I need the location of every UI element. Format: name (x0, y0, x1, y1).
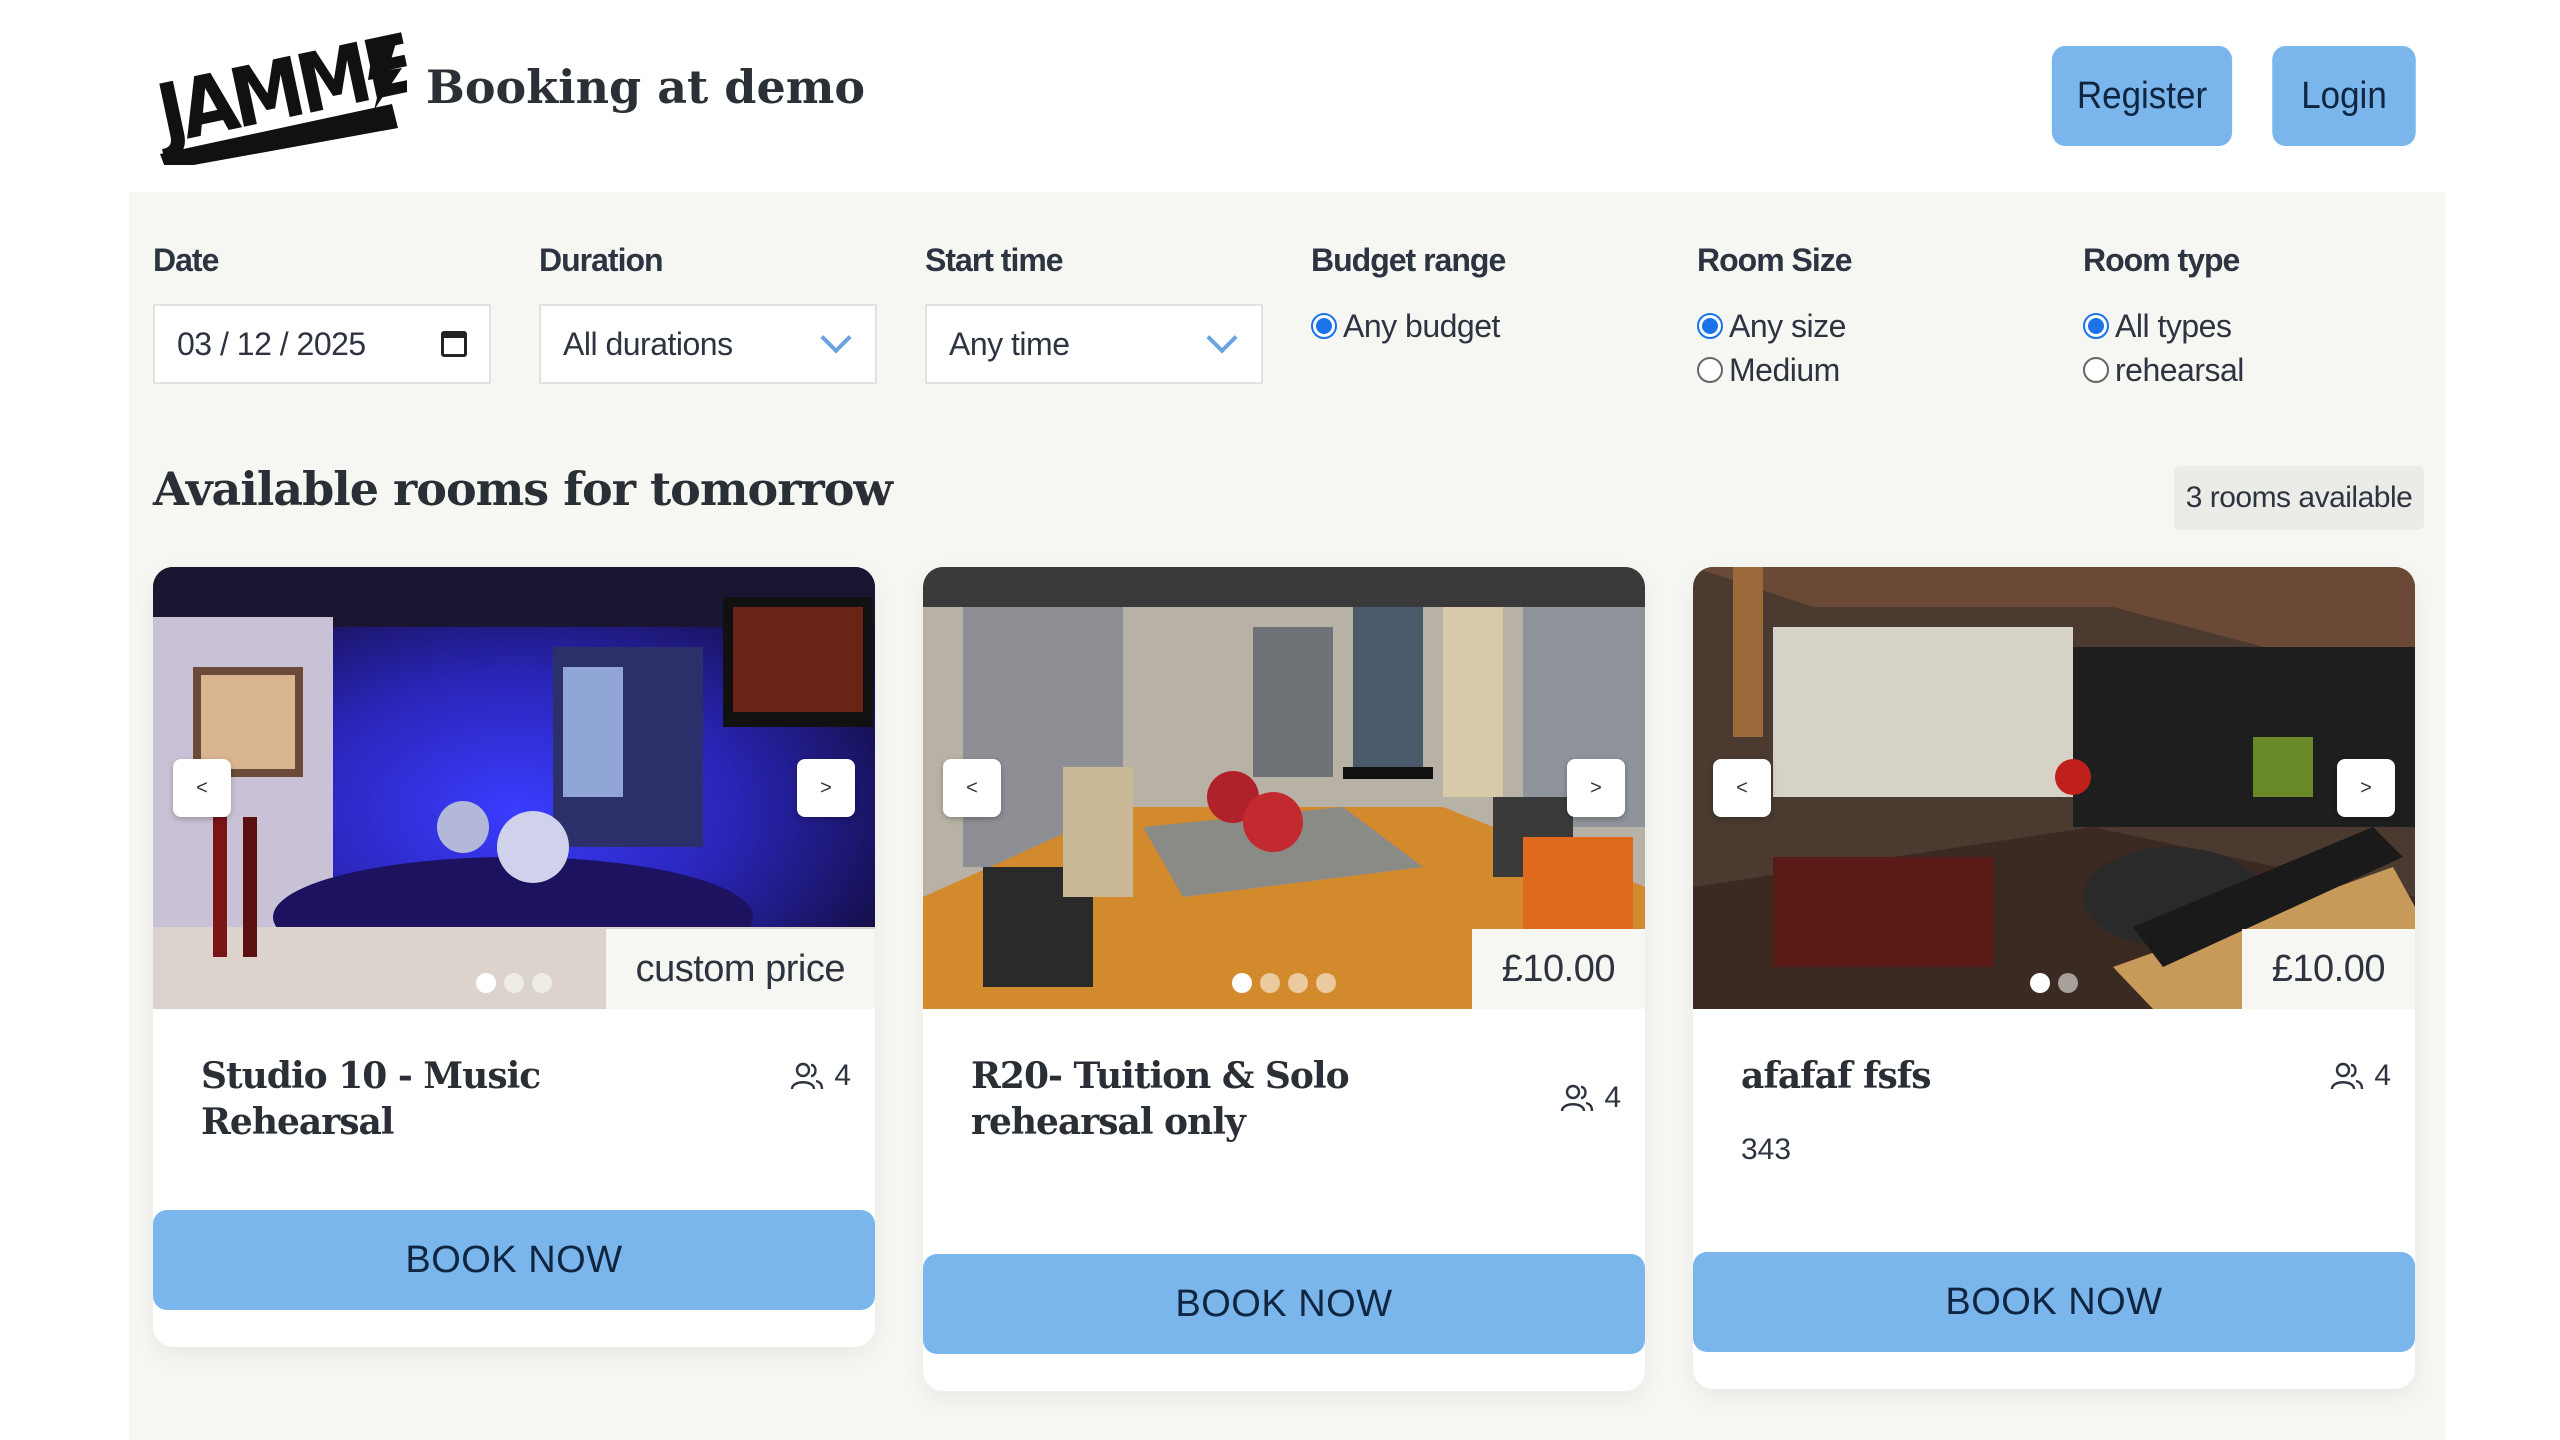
next-photo-button[interactable]: > (1567, 759, 1625, 817)
price-tag: £10.00 (1471, 929, 1645, 1009)
price-tag: custom price (605, 929, 875, 1009)
date-input[interactable]: 03 / 12 / 2025 (153, 304, 491, 384)
price-tag: £10.00 (2241, 929, 2415, 1009)
radio-label: Medium (1729, 351, 1840, 388)
photo-dot[interactable] (1260, 973, 1280, 993)
book-now-button[interactable]: BOOK NOW (1693, 1252, 2415, 1352)
date-value: 03 / 12 / 2025 (177, 325, 366, 362)
budget-label: Budget range (1311, 242, 1506, 278)
room-type-label: Room type (2083, 242, 2240, 278)
capacity-value: 4 (834, 1059, 851, 1092)
login-button[interactable]: Login (2272, 46, 2416, 146)
room-type-filter: Room type All types rehearsal (2083, 242, 2244, 392)
capacity: 4 (790, 1059, 851, 1093)
card-body: afafaf fsfs 4 343 (1693, 1009, 2415, 1167)
site-title: Booking at demo (426, 60, 866, 114)
chevron-down-icon (1206, 322, 1238, 354)
chevron-down-icon (820, 322, 852, 354)
photo-dot[interactable] (2058, 973, 2078, 993)
radio-button[interactable] (1697, 313, 1723, 339)
duration-select[interactable]: All durations (539, 304, 877, 384)
people-icon (791, 1062, 824, 1090)
radio-button[interactable] (2083, 357, 2109, 383)
photo-dot[interactable] (1232, 973, 1252, 993)
photo-dot[interactable] (2030, 973, 2050, 993)
next-photo-button[interactable]: > (2337, 759, 2395, 817)
section-title: Available rooms for tomorrow (153, 462, 893, 516)
date-label: Date (153, 242, 219, 278)
book-now-button[interactable]: BOOK NOW (923, 1254, 1645, 1354)
room-card: < > £10.00 afafaf fsfs 4 343 BOOK NOW (1693, 567, 2415, 1389)
room-photo: < > custom price (153, 567, 875, 1009)
next-photo-button[interactable]: > (797, 759, 855, 817)
room-size-label: Room Size (1697, 242, 1853, 278)
duration-value: All durations (563, 325, 733, 362)
start-time-select[interactable]: Any time (925, 304, 1263, 384)
photo-dot[interactable] (476, 973, 496, 993)
room-photo: < > £10.00 (1693, 567, 2415, 1009)
room-description: 343 (1741, 1133, 1792, 1166)
calendar-icon[interactable] (441, 331, 467, 357)
photo-dot[interactable] (1288, 973, 1308, 993)
radio-label: rehearsal (2115, 351, 2244, 388)
duration-label: Duration (539, 242, 664, 278)
photo-dot[interactable] (1316, 973, 1336, 993)
capacity-value: 4 (2374, 1059, 2391, 1092)
room-name: afafaf fsfs (1741, 1055, 1931, 1097)
rooms-available-badge: 3 rooms available (2174, 466, 2424, 530)
radio-label: All types (2115, 307, 2232, 344)
previous-photo-button[interactable]: < (1713, 759, 1771, 817)
radio-button[interactable] (1311, 313, 1337, 339)
previous-photo-button[interactable]: < (943, 759, 1001, 817)
capacity: 4 (2330, 1059, 2391, 1093)
start-time-value: Any time (949, 325, 1070, 362)
room-photo: < > £10.00 (923, 567, 1645, 1009)
radio-label: Any budget (1343, 307, 1500, 344)
start-time-filter: Start time Any time (925, 242, 1263, 384)
site-header: JAMMED Booking at demo Register Login (0, 0, 2560, 192)
room-name: Studio 10 - Music Rehearsal (201, 1055, 541, 1143)
photo-dot[interactable] (532, 973, 552, 993)
radio-button[interactable] (1697, 357, 1723, 383)
room-card: < > custom price Studio 10 - Music Rehea… (153, 567, 875, 1347)
card-body: Studio 10 - Music Rehearsal 4 (153, 1009, 875, 1145)
register-button[interactable]: Register (2051, 46, 2233, 146)
people-icon (1561, 1084, 1594, 1112)
capacity-value: 4 (1604, 1081, 1621, 1114)
type-option-all[interactable]: All types (2083, 304, 2244, 348)
room-size-filter: Room Size Any size Medium (1697, 242, 1853, 392)
jammed-logo[interactable]: JAMMED (145, 6, 475, 170)
card-body: R20- Tuition & Solo rehearsal only 4 (923, 1009, 1645, 1145)
radio-label: Any size (1729, 307, 1846, 344)
previous-photo-button[interactable]: < (173, 759, 231, 817)
size-option-medium[interactable]: Medium (1697, 348, 1852, 392)
duration-filter: Duration All durations (539, 242, 877, 384)
room-card: < > £10.00 R20- Tuition & Solo rehearsal… (923, 567, 1645, 1391)
date-filter: Date 03 / 12 / 2025 (153, 242, 491, 384)
booking-panel: Date 03 / 12 / 2025 Duration All duratio… (129, 192, 2445, 1440)
room-name: R20- Tuition & Solo rehearsal only (971, 1055, 1350, 1143)
capacity: 4 (1560, 1081, 1621, 1115)
radio-button[interactable] (2083, 313, 2109, 339)
people-icon (2331, 1062, 2364, 1090)
start-time-label: Start time (925, 242, 1064, 278)
budget-filter: Budget range Any budget (1311, 242, 1506, 348)
type-option-rehearsal[interactable]: rehearsal (2083, 348, 2244, 392)
size-option-any[interactable]: Any size (1697, 304, 1852, 348)
photo-dot[interactable] (504, 973, 524, 993)
logo-graphic: JAMMED (145, 6, 475, 170)
budget-option-any[interactable]: Any budget (1311, 304, 1505, 348)
book-now-button[interactable]: BOOK NOW (153, 1210, 875, 1310)
